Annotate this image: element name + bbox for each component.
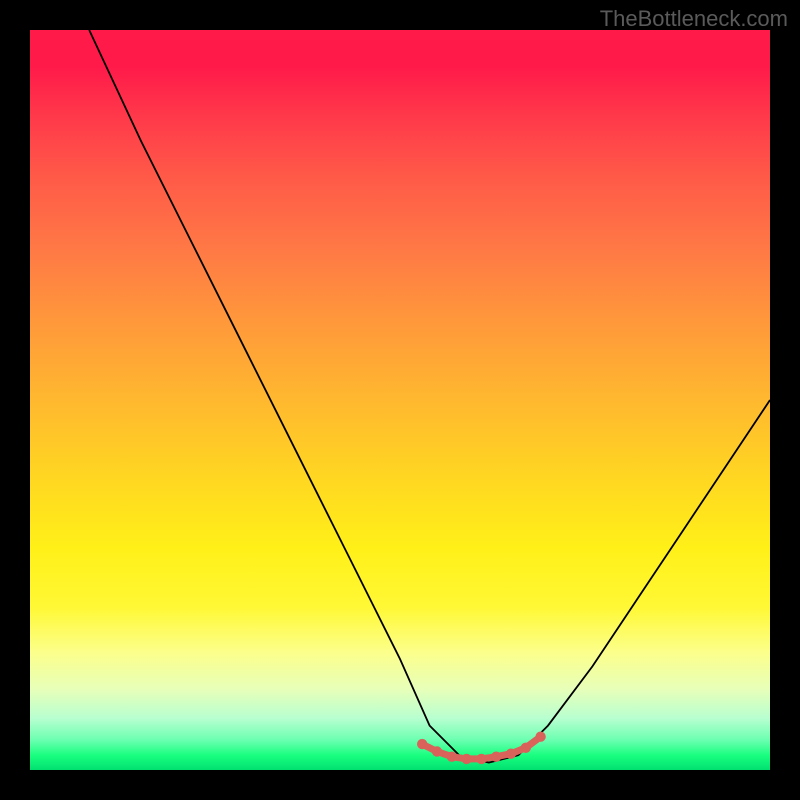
chart-svg [30,30,770,770]
bottom-marker-dot [506,749,516,759]
bottom-marker-dot [432,746,442,756]
bottom-marker-dot [521,743,531,753]
bottom-marker-dot [476,754,486,764]
plot-area [30,30,770,770]
bottom-marker-dot [491,752,501,762]
bottom-marker-dot [535,732,545,742]
bottom-marker-dot [417,739,427,749]
value-curve [89,30,770,763]
bottom-marker-group [417,732,546,765]
bottom-marker-dot [447,752,457,762]
watermark-text: TheBottleneck.com [600,6,788,32]
bottom-marker-dot [461,754,471,764]
